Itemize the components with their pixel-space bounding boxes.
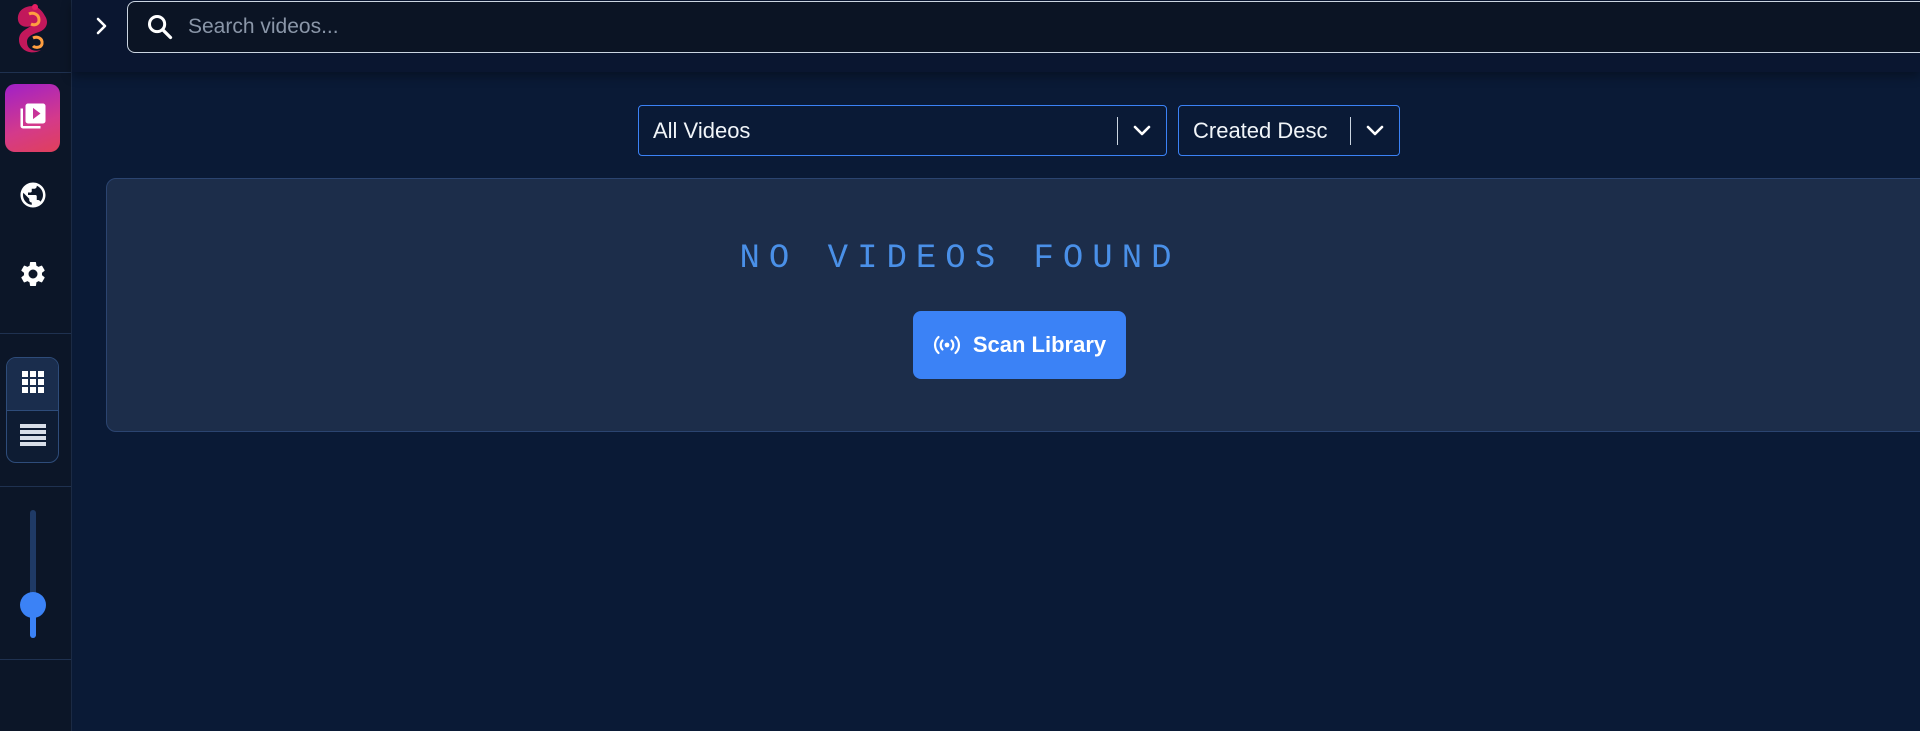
sidebar-divider: [0, 333, 71, 334]
sidebar-divider: [0, 72, 71, 73]
broadcast-icon: [933, 335, 961, 355]
search-icon: [146, 12, 176, 42]
globe-icon: [18, 180, 48, 215]
search-input[interactable]: [186, 14, 1920, 40]
category-select-value: All Videos: [653, 117, 751, 143]
category-select[interactable]: All Videos: [638, 105, 1167, 156]
nav-videos-button[interactable]: [5, 84, 60, 152]
chevron-down-icon: [1118, 125, 1166, 137]
grid-view-button[interactable]: [7, 358, 58, 411]
expand-sidebar-button[interactable]: [88, 14, 116, 42]
sidebar: [0, 0, 72, 731]
empty-state-panel: [106, 178, 1920, 432]
empty-state-title: NO VIDEOS FOUND: [739, 240, 1181, 278]
zoom-slider-thumb[interactable]: [20, 591, 46, 618]
list-view-button[interactable]: [7, 411, 58, 462]
chevron-down-icon: [1351, 125, 1399, 137]
search-box: [127, 1, 1920, 53]
view-mode-toggle: [6, 357, 59, 463]
sort-select[interactable]: Created Desc: [1178, 105, 1400, 156]
chevron-right-icon: [95, 17, 109, 40]
scan-library-button[interactable]: Scan Library: [913, 311, 1126, 379]
sidebar-divider: [0, 659, 71, 660]
grid-view-icon: [21, 370, 45, 399]
nav-globe-button[interactable]: [5, 163, 60, 231]
video-library-icon: [18, 101, 48, 136]
list-view-icon: [19, 423, 46, 452]
app-logo-icon[interactable]: [9, 2, 57, 58]
sidebar-divider: [0, 486, 71, 487]
scan-library-label: Scan Library: [972, 332, 1107, 357]
top-bar: [72, 0, 1920, 72]
sort-select-value: Created Desc: [1193, 117, 1328, 143]
